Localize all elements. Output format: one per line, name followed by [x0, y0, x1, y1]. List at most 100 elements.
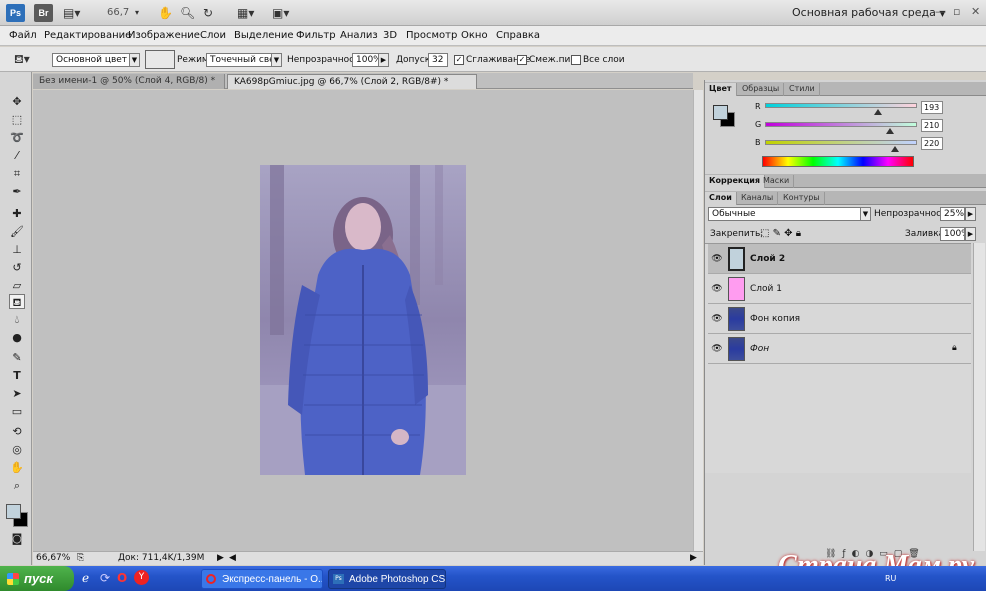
paint-bucket-tool-icon[interactable]: ⛾ — [9, 294, 25, 309]
dodge-tool-icon[interactable]: ● — [9, 330, 25, 345]
workspace-switcher[interactable]: Основная рабочая среда ▼ — [792, 6, 946, 19]
3d-orbit-tool-icon[interactable]: ◎ — [9, 442, 25, 457]
tab-color[interactable]: Цвет — [705, 83, 737, 96]
scroll-left-icon[interactable]: ◀ — [229, 553, 236, 563]
r-slider[interactable] — [765, 103, 917, 108]
type-tool-icon[interactable]: T — [9, 368, 25, 383]
r-slider-thumb[interactable] — [874, 109, 882, 115]
canvas-vertical-scrollbar[interactable] — [693, 90, 703, 551]
yandex-icon[interactable]: Y — [134, 570, 149, 585]
g-slider-thumb[interactable] — [886, 128, 894, 134]
lock-icons[interactable]: ⬚ ✎ ✥ 🔒︎ — [760, 228, 801, 239]
clone-stamp-tool-icon[interactable]: ⊥ — [9, 242, 25, 257]
menu-view[interactable]: Просмотр — [406, 30, 457, 41]
g-value[interactable]: 210 — [921, 119, 943, 132]
zoom-tool-icon[interactable]: ⌕ — [9, 478, 25, 493]
ie-icon[interactable]: ℯ — [82, 571, 89, 585]
marquee-tool-icon[interactable]: ⬚ — [9, 112, 25, 127]
brush-tool-icon[interactable]: 🖌︎ — [9, 224, 25, 239]
zoom-level-readout[interactable]: 66,7 — [107, 5, 129, 21]
scroll-right-icon[interactable]: ▶ — [690, 553, 697, 563]
tab-masks[interactable]: Маски — [759, 175, 795, 188]
zoom-dropdown-icon[interactable]: ▾ — [135, 5, 139, 21]
mode-dropdown-icon[interactable]: ▼ — [271, 53, 282, 67]
quick-select-tool-icon[interactable]: ⁄ — [9, 148, 25, 163]
fill-field[interactable]: 100% — [940, 227, 965, 241]
status-doc-icon[interactable]: ⎘ — [77, 553, 84, 563]
menu-3d[interactable]: 3D — [383, 30, 397, 41]
layer-opacity-arrow-icon[interactable]: ▶ — [965, 207, 976, 221]
path-select-tool-icon[interactable]: ➤ — [9, 386, 25, 401]
antialias-checkbox[interactable]: ✓ — [454, 55, 464, 65]
pattern-picker[interactable] — [145, 50, 175, 69]
tray-language[interactable]: RU — [885, 574, 896, 583]
g-slider[interactable] — [765, 122, 917, 127]
tab-document-1[interactable]: Без имени-1 @ 50% (Слой 4, RGB/8) * — [33, 74, 225, 89]
all-layers-checkbox[interactable] — [571, 55, 581, 65]
history-brush-tool-icon[interactable]: ↺ — [9, 260, 25, 275]
opacity-field[interactable]: 100% — [352, 53, 379, 67]
tab-channels[interactable]: Каналы — [737, 192, 779, 205]
visibility-eye-icon[interactable]: 👁︎ — [711, 343, 723, 355]
blend-mode-dropdown-icon[interactable]: ▼ — [860, 207, 871, 221]
b-value[interactable]: 220 — [921, 137, 943, 150]
layer-row-layer-2[interactable]: 👁︎ Слой 2 — [708, 244, 971, 274]
tab-styles[interactable]: Стили — [785, 83, 820, 96]
healing-brush-tool-icon[interactable]: ✚ — [9, 206, 25, 221]
pen-tool-icon[interactable]: ✎ — [9, 350, 25, 365]
layers-scrollbar[interactable] — [973, 243, 985, 551]
layer-row-background-copy[interactable]: 👁︎ Фон копия — [708, 304, 971, 334]
arrange-documents-icon[interactable]: ▦▾ — [237, 5, 254, 21]
quick-mask-icon[interactable]: ◙ — [9, 531, 25, 546]
screen-mode-icon[interactable]: ▣▾ — [272, 5, 289, 21]
mode-select[interactable]: Точечный свет — [206, 53, 272, 67]
status-zoom[interactable]: 66,67% — [36, 553, 70, 563]
foreground-color-swatch[interactable] — [6, 504, 21, 519]
fill-source-select[interactable]: Основной цвет — [52, 53, 130, 67]
status-arrow-icon[interactable]: ▶ — [217, 553, 224, 563]
restore-icon[interactable]: ▫ — [953, 5, 960, 18]
taskbar-task-opera[interactable]: Экспресс-панель - О... — [201, 569, 323, 589]
layer-row-background[interactable]: 👁︎ Фон 🔒︎ — [708, 334, 971, 364]
taskbar-task-photoshop[interactable]: Adobe Photoshop CS... — [328, 569, 446, 589]
tolerance-field[interactable]: 32 — [428, 53, 448, 67]
tab-swatches[interactable]: Образцы — [738, 83, 785, 96]
menu-image[interactable]: Изображение — [128, 30, 200, 41]
menu-select[interactable]: Выделение — [234, 30, 294, 41]
canvas-area[interactable] — [33, 90, 693, 551]
zoom-tool-icon[interactable]: 🔍︎ — [180, 5, 195, 21]
bridge-logo[interactable]: Br — [34, 4, 53, 22]
lasso-tool-icon[interactable]: ➰ — [9, 130, 25, 145]
fill-source-dropdown-icon[interactable]: ▼ — [129, 53, 140, 67]
color-foreground-swatch[interactable] — [713, 105, 728, 120]
menu-window[interactable]: Окно — [461, 30, 488, 41]
r-value[interactable]: 193 — [921, 101, 943, 114]
tab-paths[interactable]: Контуры — [779, 192, 825, 205]
b-slider[interactable] — [765, 140, 917, 145]
menu-filter[interactable]: Фильтр — [296, 30, 336, 41]
hand-tool-icon[interactable]: ✋ — [158, 5, 173, 21]
document-image[interactable] — [260, 165, 466, 475]
tab-document-2[interactable]: KA698pGmiuc.jpg @ 66,7% (Слой 2, RGB/8#)… — [227, 74, 477, 89]
photoshop-logo[interactable]: Ps — [6, 4, 25, 22]
shape-tool-icon[interactable]: ▭ — [9, 404, 25, 419]
visibility-eye-icon[interactable]: 👁︎ — [711, 253, 723, 265]
opacity-arrow-icon[interactable]: ▶ — [378, 53, 389, 67]
blur-tool-icon[interactable]: 💧︎ — [9, 312, 25, 327]
crop-tool-icon[interactable]: ⌗ — [9, 166, 25, 181]
opera-icon[interactable]: O — [117, 571, 127, 585]
eraser-tool-icon[interactable]: ▱ — [9, 278, 25, 293]
menu-layers[interactable]: Слои — [200, 30, 226, 41]
menu-analysis[interactable]: Анализ — [340, 30, 378, 41]
fill-arrow-icon[interactable]: ▶ — [965, 227, 976, 241]
rotate-view-icon[interactable]: ↻ — [203, 5, 213, 21]
3d-rotate-tool-icon[interactable]: ⟲ — [9, 424, 25, 439]
visibility-eye-icon[interactable]: 👁︎ — [711, 313, 723, 325]
menu-file[interactable]: Файл — [9, 30, 37, 41]
menu-edit[interactable]: Редактирование — [44, 30, 131, 41]
blend-mode-select[interactable]: Обычные — [708, 207, 862, 221]
visibility-eye-icon[interactable]: 👁︎ — [711, 283, 723, 295]
layer-row-layer-1[interactable]: 👁︎ Слой 1 — [708, 274, 971, 304]
color-spectrum-bar[interactable] — [762, 156, 914, 167]
layer-opacity-field[interactable]: 25% — [940, 207, 965, 221]
